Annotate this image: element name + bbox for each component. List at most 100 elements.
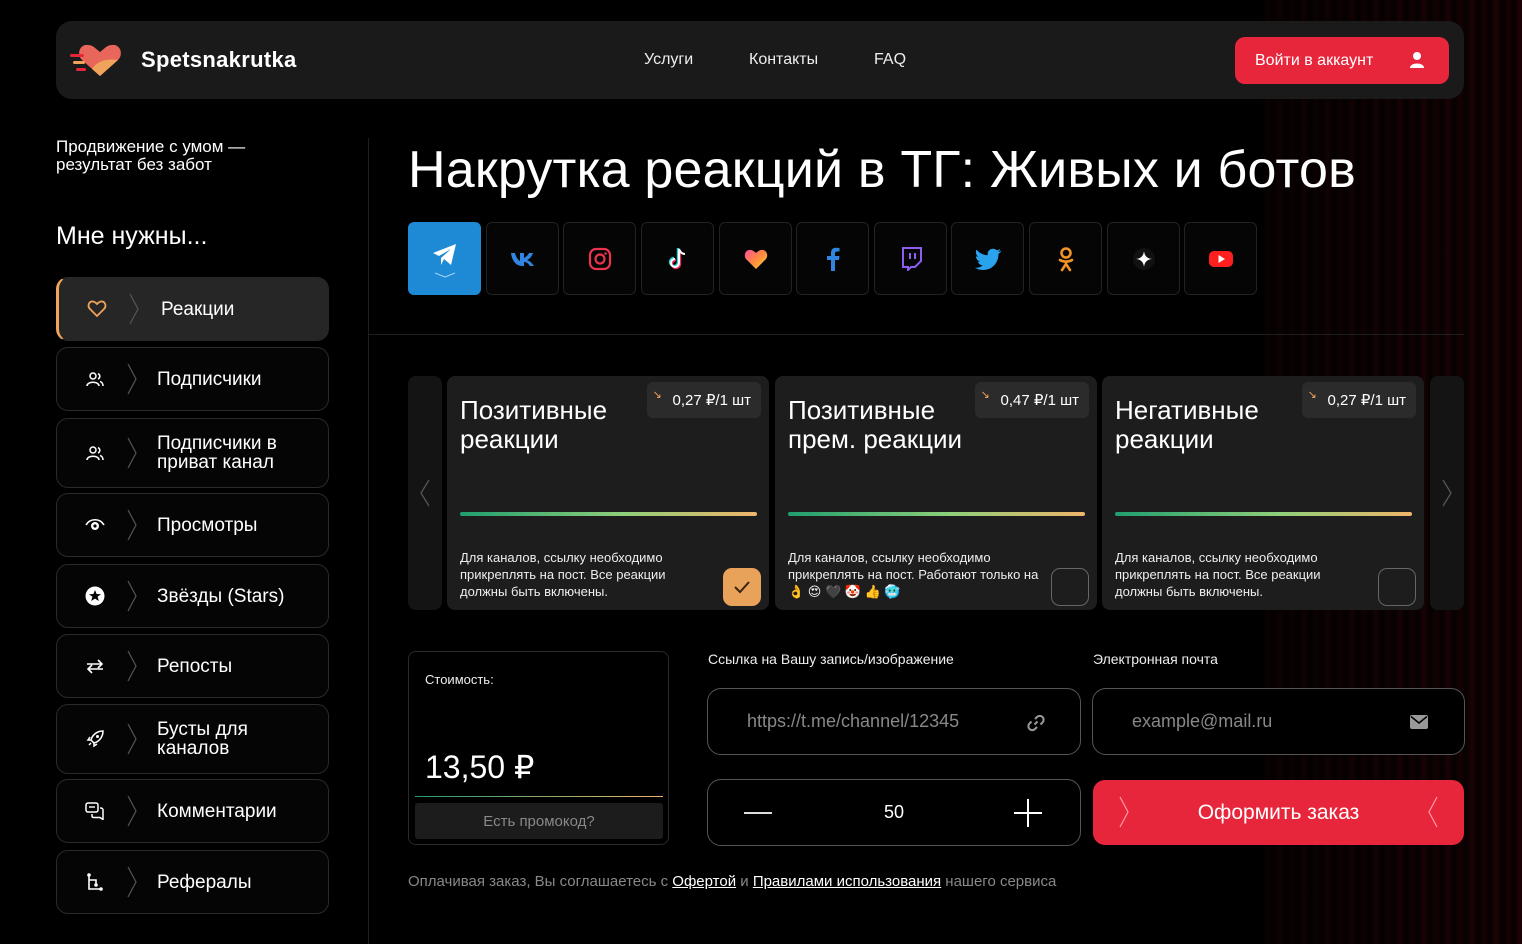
nav-services[interactable]: Услуги [644,51,693,69]
card-description: Для каналов, ссылку необходимо прикрепля… [1115,550,1321,599]
referral-icon [85,872,105,892]
chevron-right-icon [127,580,137,612]
tab-threads[interactable] [1107,222,1180,295]
sidebar-item-referrals[interactable]: Рефералы [56,850,329,914]
plus-icon-vertical [1027,799,1029,827]
arrow-down-right-icon: ↘ [980,389,990,401]
sparkle-icon [1132,247,1155,270]
tab-vk[interactable] [486,222,559,295]
chevron-left-icon [420,479,430,507]
chevron-right-icon [127,363,137,395]
email-field-label: Электронная почта [1093,651,1218,667]
tab-odnoklassniki[interactable] [1029,222,1102,295]
sidebar-divider [368,138,369,944]
price-badge: ↘ 0,27 ₽/1 шт [1301,382,1416,418]
carousel-prev-button[interactable] [408,376,442,610]
telegram-icon [432,243,456,278]
promo-code-button[interactable]: Есть промокод? [415,803,663,839]
tab-twitch[interactable] [874,222,947,295]
tab-tiktok[interactable] [641,222,714,295]
sidebar-item-label: Подписчики в приват канал [157,433,277,473]
arrow-down-right-icon: ↘ [652,389,662,401]
price-badge: ↘ 0,27 ₽/1 шт [646,382,761,418]
sidebar-item-stars[interactable]: Звёзды (Stars) [56,564,329,628]
service-card[interactable]: Позитивные прем. реакции ↘ 0,47 ₽/1 шт Дл… [775,376,1097,610]
sidebar-item-comments[interactable]: Комментарии [56,779,329,843]
service-card[interactable]: Негативные реакции ↘ 0,27 ₽/1 шт Для кана… [1102,376,1424,610]
submit-order-label: Оформить заказ [1197,800,1360,824]
card-gradient-bar [788,512,1085,516]
price-label: 0,27 ₽/1 шт [1327,392,1407,409]
twitch-icon [901,246,922,271]
card-checkbox[interactable] [1051,568,1089,606]
service-card[interactable]: Позитивные реакции ↘ 0,27 ₽/1 шт Для кана… [447,376,769,610]
facebook-icon [826,247,839,271]
card-gradient-bar [460,512,757,516]
sidebar-item-reposts[interactable]: Репосты [56,634,329,698]
quantity-stepper[interactable]: 50 [707,779,1081,846]
sidebar-item-label: Бусты для каналов [157,719,248,759]
submit-order-button[interactable]: Оформить заказ [1093,780,1464,845]
card-checkbox[interactable] [1378,568,1416,606]
tab-facebook[interactable] [796,222,869,295]
agree-prefix: Оплачивая заказ, Вы соглашаетесь с [408,873,673,890]
star-icon [85,586,105,606]
email-placeholder: example@mail.ru [1132,711,1273,731]
link-input[interactable]: https://t.me/channel/12345 [707,688,1081,755]
rocket-icon [85,729,105,749]
eye-icon [85,515,105,535]
sidebar-item-private-subscribers[interactable]: Подписчики в приват канал [56,418,329,488]
sidebar-item-reactions[interactable]: Реакции [56,277,329,341]
vk-icon [510,252,534,266]
sidebar-item-views[interactable]: Просмотры [56,493,329,557]
card-title: Позитивные реакции [460,395,608,454]
check-icon [734,581,750,594]
rules-link[interactable]: Правилами использования [753,873,941,890]
cost-label: Стоимость: [425,672,494,687]
tab-instagram[interactable] [563,222,636,295]
tab-twitter[interactable] [951,222,1024,295]
sidebar-item-boosts[interactable]: Бусты для каналов [56,704,329,774]
link-placeholder: https://t.me/channel/12345 [747,711,960,731]
email-input[interactable]: example@mail.ru [1092,688,1465,755]
link-field-label: Ссылка на Вашу запись/изображение [708,651,954,667]
tiktok-icon [668,247,685,269]
tab-youtube[interactable] [1184,222,1257,295]
nav-faq[interactable]: FAQ [874,51,906,69]
tab-telegram[interactable] [408,222,481,295]
sidebar-item-subscribers[interactable]: Подписчики [56,347,329,411]
nav-contacts[interactable]: Контакты [749,51,818,69]
mail-icon [1410,715,1428,729]
users-icon [85,443,105,463]
youtube-icon [1208,250,1233,267]
price-badge: ↘ 0,47 ₽/1 шт [974,382,1089,418]
brand-name[interactable]: Spetsnakrutka [141,47,297,73]
card-checkbox[interactable] [723,568,761,606]
link-icon [1027,714,1045,732]
sidebar-item-label: Звёзды (Stars) [157,585,285,607]
terms-agreement: Оплачивая заказ, Вы соглашаетесь с Оферт… [408,873,1056,890]
site-header: Spetsnakrutka Услуги Контакты FAQ Войти … [56,21,1464,99]
carousel-next-button[interactable] [1430,376,1464,610]
chevron-right-icon [129,293,139,325]
cost-value: 13,50 ₽ [425,749,535,785]
odnoklassniki-icon [1058,246,1073,271]
card-title: Позитивные прем. реакции [788,395,963,454]
card-description: Для каналов, ссылку необходимо прикрепля… [460,550,666,599]
cost-panel: Стоимость: 13,50 ₽ Есть промокод? [408,651,669,845]
chevron-right-icon [127,795,137,827]
cost-divider [415,796,663,797]
sidebar-item-label: Подписчики [157,368,262,390]
user-icon [1410,52,1424,68]
login-label: Войти в аккаунт [1255,51,1374,69]
likee-icon [744,249,767,269]
login-button[interactable]: Войти в аккаунт [1235,37,1449,84]
instagram-icon [588,247,611,270]
page-title: Накрутка реакций в ТГ: Живых и ботов [408,141,1356,199]
card-description: Для каналов, ссылку необходимо прикрепля… [788,550,1039,599]
tab-likee[interactable] [719,222,792,295]
logo-heart-icon[interactable] [70,40,122,80]
sidebar-item-label: Просмотры [157,514,258,536]
offer-link[interactable]: Офертой [672,873,736,890]
chevron-right-icon [127,650,137,682]
